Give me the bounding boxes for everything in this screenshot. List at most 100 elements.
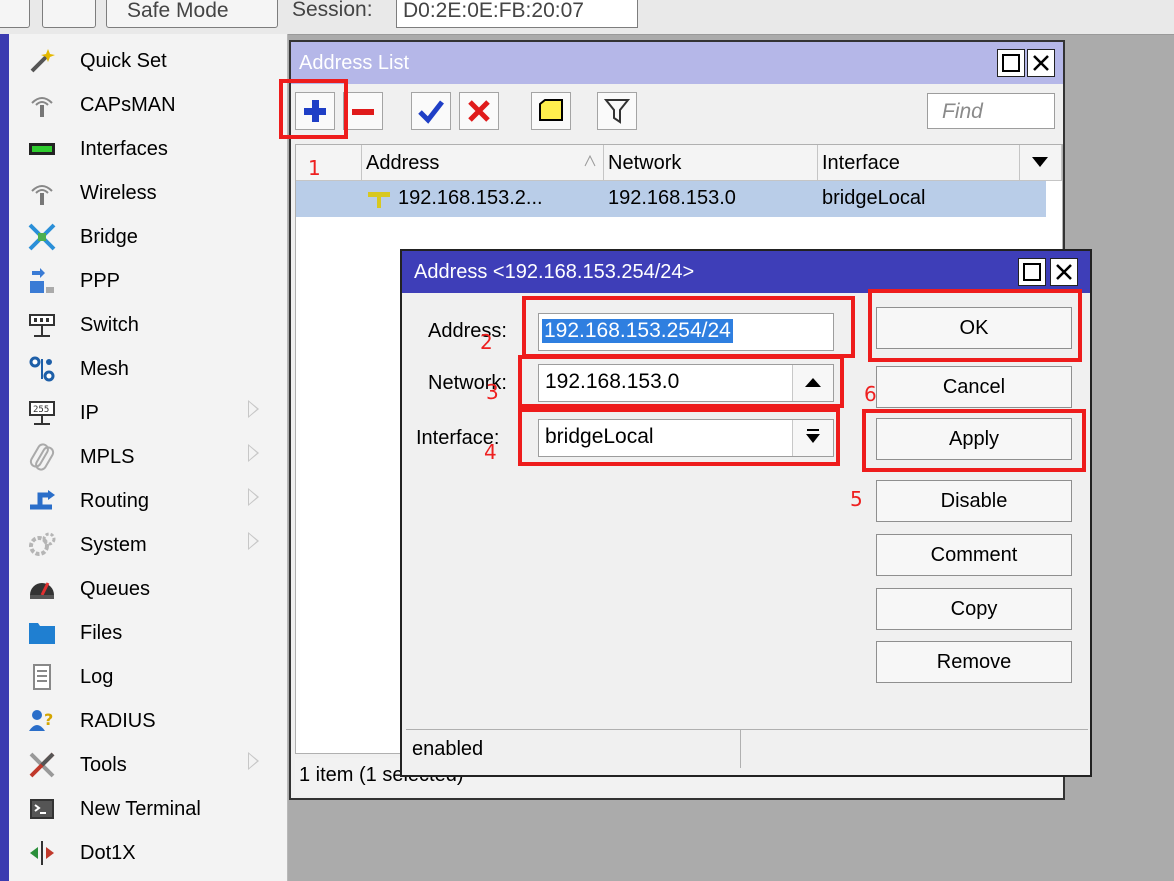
menu-item-quick-set[interactable]: Quick Set <box>20 40 282 84</box>
add-button[interactable] <box>295 92 335 130</box>
menu-label: Quick Set <box>80 50 167 72</box>
menu-item-routing[interactable]: Routing <box>20 480 282 524</box>
column-menu-button[interactable] <box>1020 145 1062 181</box>
column-header-flags[interactable] <box>296 145 362 181</box>
top-toolbar: Safe Mode Session: D0:2E:0E:FB:20:07 <box>0 0 1174 35</box>
interface-dropdown-button[interactable] <box>792 420 833 456</box>
safe-mode-button[interactable]: Safe Mode <box>106 0 278 28</box>
button-label: Copy <box>950 598 998 620</box>
maximize-icon <box>1002 54 1020 72</box>
remove-button[interactable]: Remove <box>876 641 1072 683</box>
folder-icon <box>29 623 55 644</box>
dropdown-arrow-icon <box>1032 157 1048 167</box>
session-value: D0:2E:0E:FB:20:07 <box>403 0 584 22</box>
menu-label: CAPsMAN <box>80 94 176 116</box>
interface-select[interactable]: bridgeLocal <box>538 419 834 457</box>
checkmark-icon <box>418 100 444 124</box>
network-input[interactable]: 192.168.153.0 <box>538 364 834 402</box>
copy-button[interactable]: Copy <box>876 588 1072 630</box>
maximize-icon <box>1023 263 1041 281</box>
menu-item-files[interactable]: Files <box>20 612 282 656</box>
menu-label: Log <box>80 666 114 688</box>
menu-item-switch[interactable]: Switch <box>20 304 282 348</box>
menu-label: Routing <box>80 490 149 512</box>
note-icon <box>539 99 563 121</box>
disable-button[interactable]: Disable <box>876 480 1072 522</box>
maximize-button[interactable] <box>1018 258 1046 286</box>
close-button[interactable] <box>1050 258 1078 286</box>
redo-button[interactable] <box>0 0 30 28</box>
menu-item-dot1x[interactable]: Dot1X <box>20 832 282 876</box>
enable-button[interactable] <box>411 92 451 130</box>
button-label: OK <box>959 317 989 339</box>
column-header-interface[interactable]: Interface <box>818 145 1020 181</box>
switch-icon <box>29 314 55 337</box>
wireless-icon <box>31 185 53 205</box>
mpls-icon <box>29 443 55 471</box>
menu-item-bridge[interactable]: Bridge <box>20 216 282 260</box>
menu-item-radius[interactable]: ? RADIUS <box>20 700 282 744</box>
address-list-title: Address List <box>299 52 410 74</box>
address-input[interactable]: 192.168.153.254/24 <box>538 313 834 351</box>
menu-item-wireless[interactable]: Wireless <box>20 172 282 216</box>
interface-value: bridgeLocal <box>545 425 654 448</box>
menu-item-log[interactable]: Log <box>20 656 282 700</box>
menu-label: MPLS <box>80 446 135 468</box>
menu-item-ppp[interactable]: PPP <box>20 260 282 304</box>
comment-button[interactable] <box>531 92 571 130</box>
close-icon <box>1033 55 1049 71</box>
table-row[interactable]: 192.168.153.2... 192.168.153.0 bridgeLoc… <box>296 181 1046 217</box>
minus-icon <box>352 109 374 115</box>
close-button[interactable] <box>1027 49 1055 77</box>
log-icon <box>33 664 51 690</box>
submenu-arrow-icon <box>248 400 259 418</box>
button-label: Cancel <box>942 376 1006 398</box>
bridge-icon <box>28 223 56 251</box>
address-dialog-titlebar[interactable]: Address <192.168.153.254/24> <box>402 251 1090 293</box>
gear-icon <box>29 532 56 556</box>
antenna-icon <box>31 97 53 117</box>
menu-item-queues[interactable]: Queues <box>20 568 282 612</box>
menu-label: Queues <box>80 578 151 600</box>
ok-button[interactable]: OK <box>876 307 1072 349</box>
submenu-arrow-icon <box>248 532 259 550</box>
session-input[interactable]: D0:2E:0E:FB:20:07 <box>396 0 638 28</box>
cancel-button[interactable]: Cancel <box>876 366 1072 408</box>
maximize-button[interactable] <box>997 49 1025 77</box>
tools-icon <box>29 752 55 778</box>
button-label: Apply <box>948 428 1000 450</box>
annotation-number: 4 <box>484 440 497 464</box>
menu-item-capsman[interactable]: CAPsMAN <box>20 84 282 128</box>
interfaces-icon <box>29 143 55 155</box>
menu-item-system[interactable]: System <box>20 524 282 568</box>
annotation-number: 2 <box>480 330 493 354</box>
menu-item-interfaces[interactable]: Interfaces <box>20 128 282 172</box>
remove-button[interactable] <box>343 92 383 130</box>
disable-button[interactable] <box>459 92 499 130</box>
column-header-address[interactable]: Address <box>362 145 604 181</box>
mesh-icon <box>29 356 55 382</box>
menu-label: Switch <box>80 314 139 336</box>
menu-item-tools[interactable]: Tools <box>20 744 282 788</box>
filter-button[interactable] <box>597 92 637 130</box>
column-header-label: Address <box>366 152 440 174</box>
comment-button[interactable]: Comment <box>876 534 1072 576</box>
find-input[interactable]: Find <box>927 93 1055 129</box>
network-toggle-button[interactable] <box>792 365 833 401</box>
annotation-number: 3 <box>486 380 499 404</box>
menu-label: Mesh <box>80 358 129 380</box>
address-list-titlebar[interactable]: Address List <box>291 42 1063 84</box>
menu-label: Interfaces <box>80 138 168 160</box>
menu-item-ip[interactable]: 255 IP <box>20 392 282 436</box>
menu-item-mesh[interactable]: Mesh <box>20 348 282 392</box>
wand-icon <box>30 49 55 73</box>
menu-item-mpls[interactable]: MPLS <box>20 436 282 480</box>
menu-label: Bridge <box>80 226 138 248</box>
apply-button[interactable]: Apply <box>876 418 1072 460</box>
dialog-status-bar: enabled <box>406 729 1088 770</box>
undo-button[interactable] <box>42 0 96 28</box>
menu-item-new-terminal[interactable]: New Terminal <box>20 788 282 832</box>
column-header-network[interactable]: Network <box>604 145 818 181</box>
annotation-number: 1 <box>308 156 321 180</box>
submenu-arrow-icon <box>248 752 259 770</box>
